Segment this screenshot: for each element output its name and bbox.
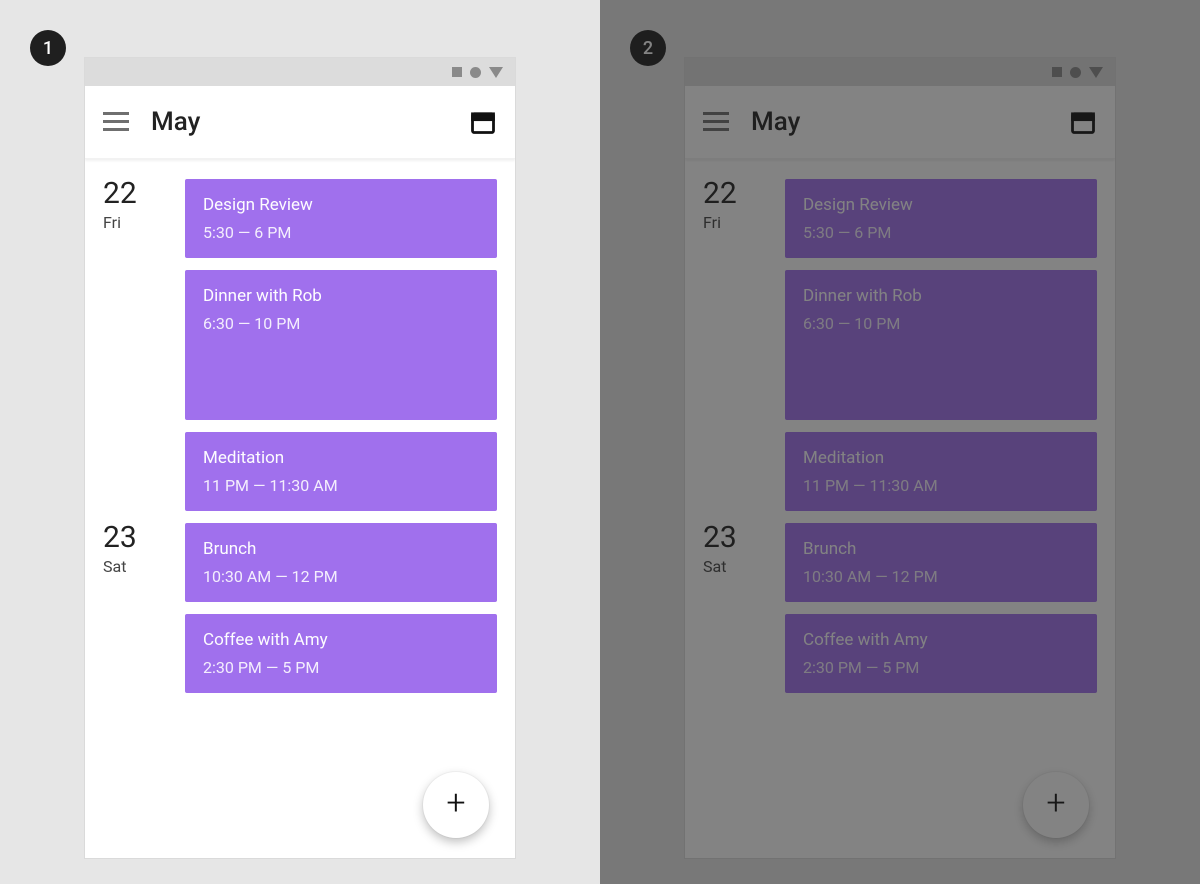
date-group: 22 Fri Design Review 5:30 — 6 PM Dinner with… xyxy=(103,179,497,511)
status-circle-icon xyxy=(470,67,481,78)
date-number: 22 xyxy=(703,179,765,209)
panel-scrimmed: 2 May 22 Fri Design Review 5:30 — 6 PM Dinne… xyxy=(600,0,1200,884)
date-number: 23 xyxy=(103,523,165,553)
event-title: Coffee with Amy xyxy=(803,630,1079,650)
event-title: Design Review xyxy=(803,195,1079,215)
date-group: 23 Sat Brunch 10:30 AM — 12 PM Coffee with A… xyxy=(103,523,497,693)
event-time: 11 PM — 11:30 AM xyxy=(203,476,479,495)
status-triangle-icon xyxy=(1089,67,1103,78)
date-weekday: Fri xyxy=(703,213,765,232)
date-weekday: Fri xyxy=(103,213,165,232)
event-list[interactable]: 22 Fri Design Review 5:30 — 6 PM Dinner with… xyxy=(685,159,1115,858)
event-card[interactable]: Dinner with Rob 6:30 — 10 PM xyxy=(185,270,497,420)
events-column: Brunch 10:30 AM — 12 PM Coffee with Amy 2:3… xyxy=(785,523,1097,693)
event-title: Brunch xyxy=(803,539,1079,559)
appbar-title: May xyxy=(151,107,200,137)
event-card[interactable]: Dinner with Rob 6:30 — 10 PM xyxy=(785,270,1097,420)
event-title: Dinner with Rob xyxy=(803,286,1079,306)
event-time: 10:30 AM — 12 PM xyxy=(203,567,479,586)
fab-add-event[interactable]: + xyxy=(1023,772,1089,838)
event-time: 10:30 AM — 12 PM xyxy=(803,567,1079,586)
event-time: 6:30 — 10 PM xyxy=(803,314,1079,333)
event-title: Meditation xyxy=(203,448,479,468)
events-column: Brunch 10:30 AM — 12 PM Coffee with Amy 2:3… xyxy=(185,523,497,693)
event-time: 6:30 — 10 PM xyxy=(203,314,479,333)
date-column: 22 Fri xyxy=(103,179,165,232)
status-square-icon xyxy=(452,67,462,77)
status-circle-icon xyxy=(1070,67,1081,78)
panel-normal: 1 May 22 Fri Design Review 5:30 — 6 PM Dinne… xyxy=(0,0,600,884)
date-group: 23 Sat Brunch 10:30 AM — 12 PM Coffee with A… xyxy=(703,523,1097,693)
fab-add-event[interactable]: + xyxy=(423,772,489,838)
event-card[interactable]: Brunch 10:30 AM — 12 PM xyxy=(185,523,497,602)
date-number: 23 xyxy=(703,523,765,553)
event-card[interactable]: Meditation 11 PM — 11:30 AM xyxy=(185,432,497,511)
event-title: Design Review xyxy=(203,195,479,215)
date-weekday: Sat xyxy=(103,557,165,576)
date-column: 23 Sat xyxy=(703,523,765,576)
event-card[interactable]: Coffee with Amy 2:30 PM — 5 PM xyxy=(185,614,497,693)
event-time: 2:30 PM — 5 PM xyxy=(803,658,1079,677)
device-frame: May 22 Fri Design Review 5:30 — 6 PM Dinner … xyxy=(685,58,1115,858)
app-bar: May xyxy=(685,86,1115,159)
calendar-app: May 22 Fri Design Review 5:30 — 6 PM Dinner … xyxy=(85,86,515,858)
event-card[interactable]: Brunch 10:30 AM — 12 PM xyxy=(785,523,1097,602)
menu-icon[interactable] xyxy=(103,112,129,132)
plus-icon: + xyxy=(1046,783,1065,823)
calendar-app: May 22 Fri Design Review 5:30 — 6 PM Dinner … xyxy=(685,86,1115,858)
app-bar: May xyxy=(85,86,515,159)
event-title: Dinner with Rob xyxy=(203,286,479,306)
status-bar xyxy=(685,58,1115,86)
event-title: Brunch xyxy=(203,539,479,559)
calendar-icon[interactable] xyxy=(1069,108,1097,136)
event-time: 2:30 PM — 5 PM xyxy=(203,658,479,677)
status-triangle-icon xyxy=(489,67,503,78)
status-square-icon xyxy=(1052,67,1062,77)
date-number: 22 xyxy=(103,179,165,209)
panel-badge-1: 1 xyxy=(30,30,66,66)
date-column: 22 Fri xyxy=(703,179,765,232)
event-time: 11 PM — 11:30 AM xyxy=(803,476,1079,495)
event-card[interactable]: Design Review 5:30 — 6 PM xyxy=(785,179,1097,258)
event-time: 5:30 — 6 PM xyxy=(203,223,479,242)
panel-badge-2: 2 xyxy=(630,30,666,66)
menu-icon[interactable] xyxy=(703,112,729,132)
event-card[interactable]: Design Review 5:30 — 6 PM xyxy=(185,179,497,258)
event-title: Meditation xyxy=(803,448,1079,468)
status-bar xyxy=(85,58,515,86)
calendar-icon[interactable] xyxy=(469,108,497,136)
date-group: 22 Fri Design Review 5:30 — 6 PM Dinner with… xyxy=(703,179,1097,511)
appbar-title: May xyxy=(751,107,800,137)
date-weekday: Sat xyxy=(703,557,765,576)
event-card[interactable]: Meditation 11 PM — 11:30 AM xyxy=(785,432,1097,511)
event-title: Coffee with Amy xyxy=(203,630,479,650)
date-column: 23 Sat xyxy=(103,523,165,576)
events-column: Design Review 5:30 — 6 PM Dinner with Rob 6… xyxy=(185,179,497,511)
event-time: 5:30 — 6 PM xyxy=(803,223,1079,242)
plus-icon: + xyxy=(446,783,465,823)
event-list[interactable]: 22 Fri Design Review 5:30 — 6 PM Dinner with… xyxy=(85,159,515,858)
event-card[interactable]: Coffee with Amy 2:30 PM — 5 PM xyxy=(785,614,1097,693)
device-frame: May 22 Fri Design Review 5:30 — 6 PM Dinner … xyxy=(85,58,515,858)
events-column: Design Review 5:30 — 6 PM Dinner with Rob 6… xyxy=(785,179,1097,511)
